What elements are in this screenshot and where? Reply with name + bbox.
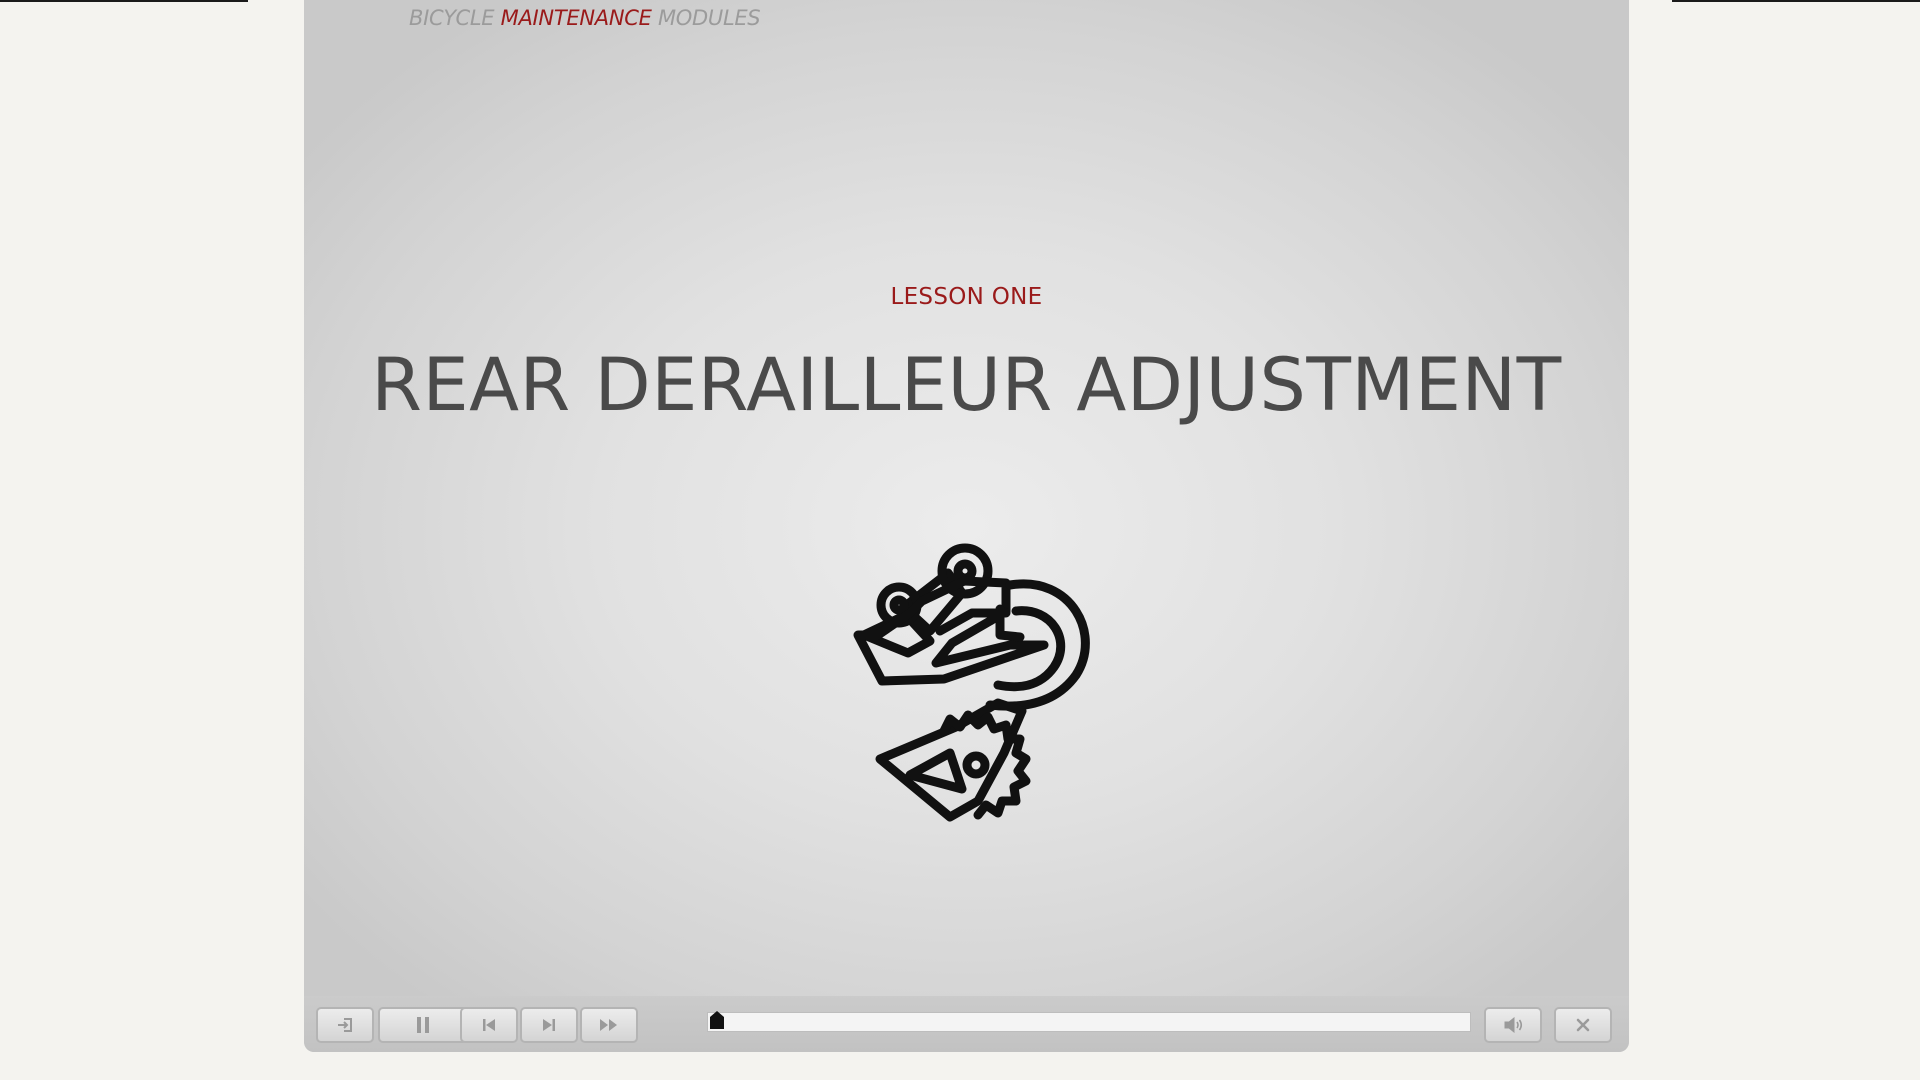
skip-back-icon <box>483 1019 495 1031</box>
progress-track[interactable] <box>707 1012 1471 1032</box>
progress-thumb[interactable] <box>709 1010 725 1030</box>
top-border-left <box>0 0 248 2</box>
exit-icon <box>338 1018 352 1032</box>
slide-stage: BICYCLE MAINTENANCE MODULES LESSON ONE R… <box>304 0 1629 1052</box>
course-brand: BICYCLE MAINTENANCE MODULES <box>409 6 761 30</box>
skip-back-button[interactable] <box>460 1007 518 1043</box>
volume-icon <box>1504 1017 1523 1033</box>
lesson-title: REAR DERAILLEUR ADJUSTMENT <box>371 343 1562 428</box>
close-button[interactable] <box>1554 1007 1612 1043</box>
lesson-label: LESSON ONE <box>890 284 1043 310</box>
close-icon <box>1576 1018 1590 1032</box>
rear-derailleur-icon <box>853 543 1090 822</box>
pause-icon <box>417 1017 429 1033</box>
brand-accent: MAINTENANCE <box>500 6 652 30</box>
fast-forward-button[interactable] <box>580 1007 638 1043</box>
volume-button[interactable] <box>1484 1007 1542 1043</box>
brand-suffix: MODULES <box>657 6 761 30</box>
skip-forward-icon <box>543 1019 555 1031</box>
player-control-bar <box>304 996 1629 1052</box>
exit-button[interactable] <box>316 1007 374 1043</box>
top-border-right <box>1672 0 1920 2</box>
skip-forward-button[interactable] <box>520 1007 578 1043</box>
brand-prefix: BICYCLE <box>409 6 495 30</box>
pause-button[interactable] <box>378 1007 468 1043</box>
fast-forward-icon <box>600 1019 617 1031</box>
